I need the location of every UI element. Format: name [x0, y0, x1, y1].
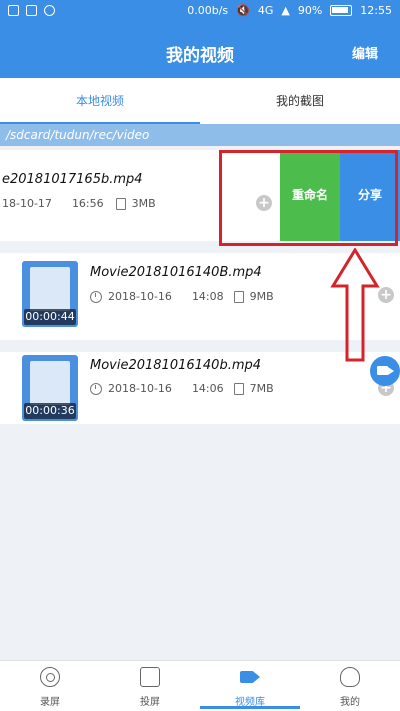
nav-cast[interactable]: 投屏: [100, 661, 200, 711]
file-size-icon: [233, 382, 244, 395]
nav-label: 录屏: [40, 697, 60, 708]
video-time: 14:08: [191, 290, 224, 303]
video-size: 9MB: [249, 290, 274, 303]
nav-video-library[interactable]: 视频库: [200, 661, 300, 711]
video-meta: 18-10-17 16:56 3MB: [2, 197, 156, 210]
clock-icon: [90, 290, 102, 303]
thumbnail-preview: [30, 361, 70, 405]
video-duration: 00:00:36: [24, 403, 76, 419]
profile-icon: [340, 667, 360, 687]
image-icon: [26, 5, 37, 16]
edit-button[interactable]: 编辑: [352, 43, 378, 62]
clock-time: 12:55: [360, 4, 392, 17]
nav-label: 投屏: [140, 697, 160, 708]
tab-bar: 本地视频 我的截图: [0, 78, 400, 124]
video-file-name: Movie20181016140b.mp4: [90, 358, 262, 373]
battery-icon: [330, 5, 353, 16]
video-date: 18-10-17: [2, 197, 52, 210]
video-thumbnail[interactable]: 00:00:44: [22, 261, 78, 327]
app-header: 我的视频 编辑: [0, 24, 400, 78]
mute-icon: 🔇: [236, 4, 250, 17]
video-file-name: e20181017165b.mp4: [2, 172, 143, 187]
nav-label: 我的: [340, 697, 360, 708]
video-thumbnail[interactable]: 00:00:36: [22, 355, 78, 421]
storage-path: /sdcard/tudun/rec/video: [0, 124, 400, 146]
thumbnail-preview: [30, 267, 70, 311]
video-meta: 2018-10-16 14:06 7MB: [90, 382, 274, 395]
video-date: 2018-10-16: [108, 382, 172, 395]
status-bar: 0.00b/s 🔇 4G ▲ 90% 12:55: [0, 0, 400, 24]
video-library-icon: [240, 671, 260, 683]
video-time: 14:06: [191, 382, 224, 395]
tab-my-screenshots[interactable]: 我的截图: [200, 78, 400, 124]
floating-record-button[interactable]: [370, 356, 400, 386]
video-size: 7MB: [249, 382, 274, 395]
annotation-highlight-box: [219, 150, 398, 246]
video-date: 2018-10-16: [108, 290, 172, 303]
active-nav-indicator: [200, 706, 300, 709]
tab-local-videos[interactable]: 本地视频: [0, 78, 200, 124]
nav-record[interactable]: 录屏: [0, 661, 100, 711]
network-type: 4G: [257, 4, 274, 17]
notification-icon: [8, 5, 19, 16]
clock-icon: [90, 382, 102, 395]
video-file-name: Movie20181016140B.mp4: [90, 265, 262, 280]
nav-profile[interactable]: 我的: [300, 661, 400, 711]
annotation-arrow: [330, 248, 380, 362]
video-duration: 00:00:44: [24, 309, 76, 325]
video-meta: 2018-10-16 14:08 9MB: [90, 290, 274, 303]
file-size-icon: [233, 290, 244, 303]
file-size-icon: [115, 197, 126, 210]
battery-percent: 90%: [297, 4, 323, 17]
shield-icon: [44, 5, 55, 16]
video-size: 3MB: [131, 197, 156, 210]
record-icon: [40, 667, 60, 687]
video-time: 16:56: [71, 197, 104, 210]
expand-plus-icon[interactable]: +: [378, 287, 394, 303]
network-speed: 0.00b/s: [187, 4, 229, 17]
bottom-navigation: 录屏 投屏 视频库 我的: [0, 660, 400, 711]
signal-icon: ▲: [281, 4, 290, 17]
cast-icon: [140, 667, 160, 687]
page-title: 我的视频: [166, 46, 234, 66]
